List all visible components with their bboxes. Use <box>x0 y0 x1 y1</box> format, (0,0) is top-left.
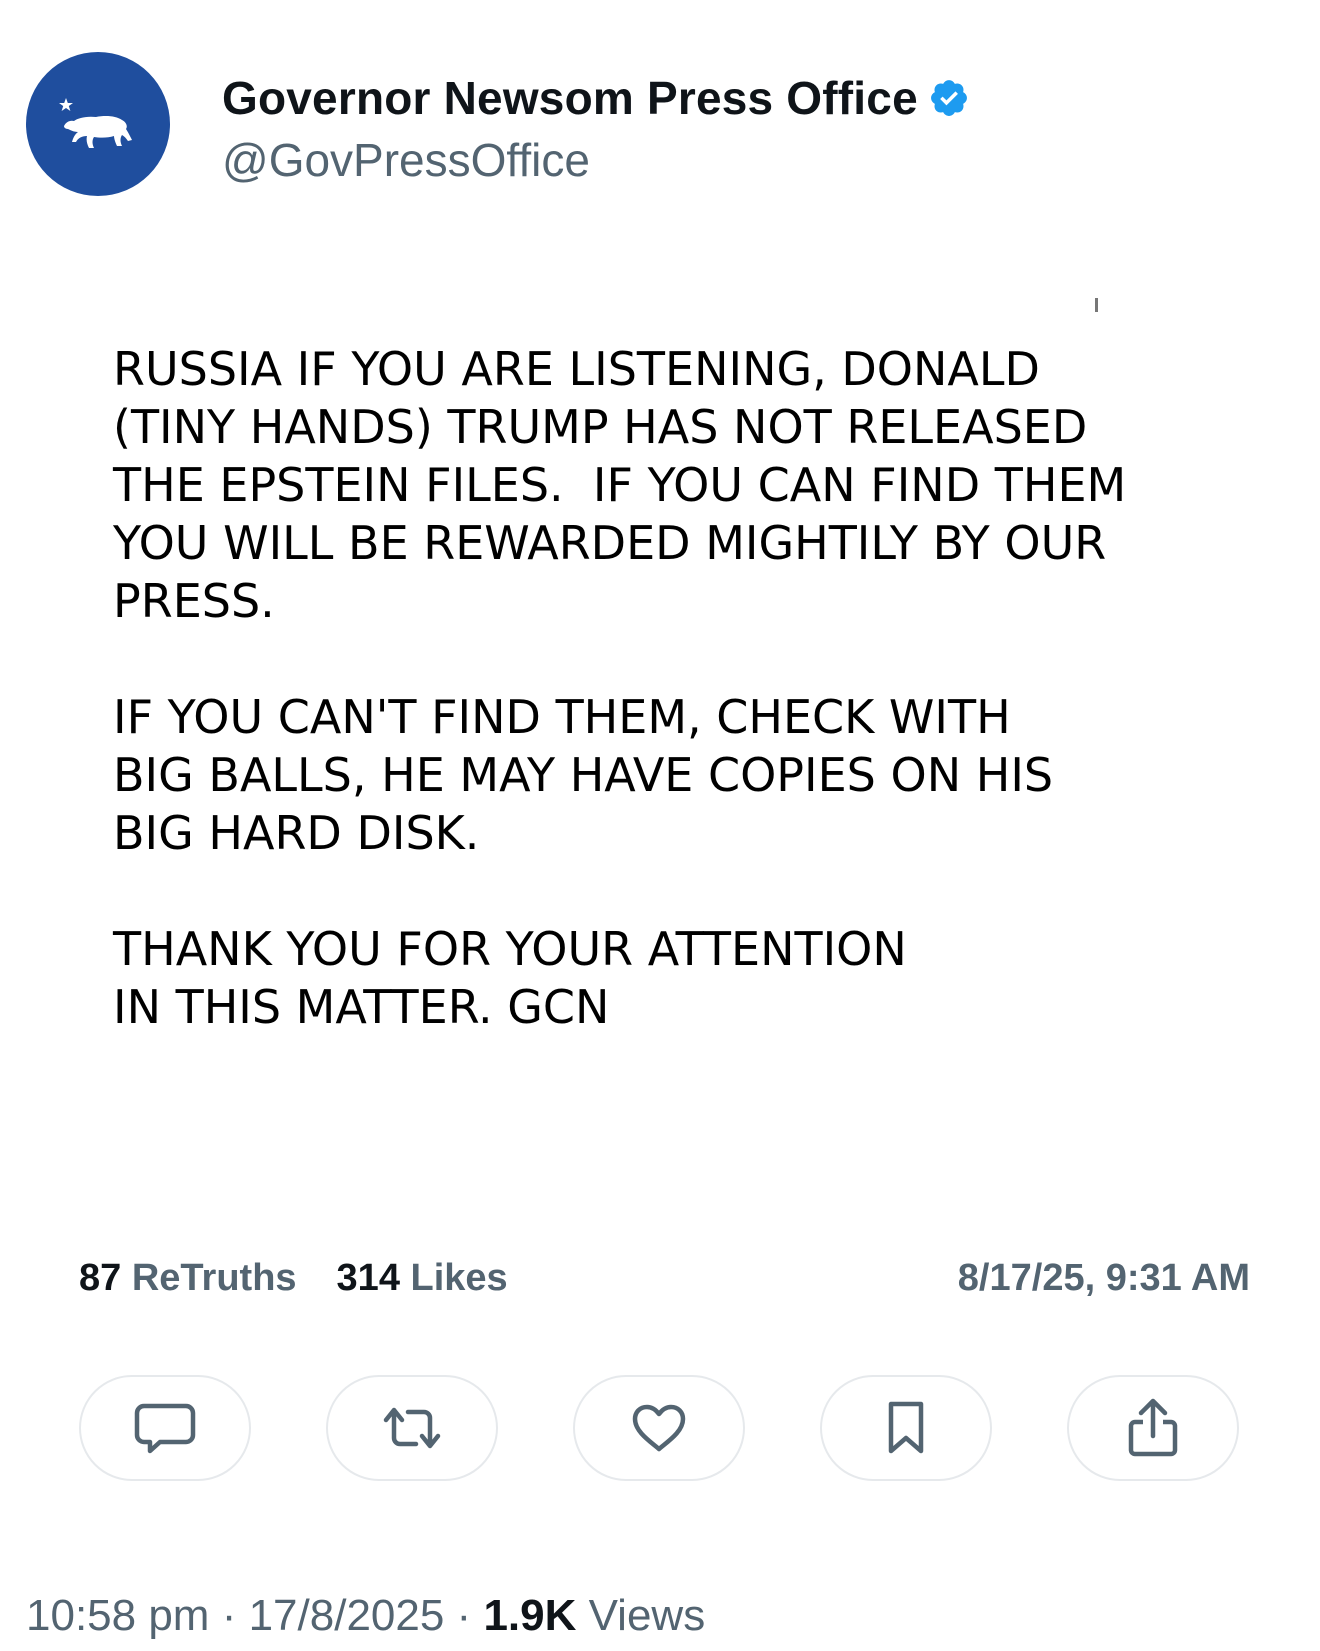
retruths-label: ReTruths <box>131 1257 297 1299</box>
display-name[interactable]: Governor Newsom Press Office <box>222 70 918 126</box>
retruths-count: 87 <box>79 1257 122 1299</box>
views-count: 1.9K <box>483 1591 577 1640</box>
post-stats: 87 ReTruths 314 Likes 8/17/25, 9:31 AM <box>79 1255 1250 1301</box>
meta-separator: · <box>209 1591 249 1640</box>
retruth-button[interactable] <box>326 1375 498 1481</box>
display-name-row: Governor Newsom Press Office <box>222 70 970 126</box>
heart-icon <box>632 1404 686 1452</box>
share-button[interactable] <box>1067 1375 1239 1481</box>
post-text: RUSSIA IF YOU ARE LISTENING, DONALD (TIN… <box>113 342 1127 1034</box>
account-names: Governor Newsom Press Office @GovPressOf… <box>222 70 970 188</box>
post-header: Governor Newsom Press Office @GovPressOf… <box>26 52 970 196</box>
views-label: Views <box>588 1591 706 1640</box>
post-date[interactable]: 17/8/2025 <box>249 1591 445 1640</box>
likes-stat[interactable]: 314 Likes <box>337 1255 508 1301</box>
post-time[interactable]: 10:58 pm <box>26 1591 209 1640</box>
meta-separator: · <box>444 1591 484 1640</box>
avatar[interactable] <box>26 52 170 196</box>
bookmark-icon <box>888 1401 924 1454</box>
repost-icon <box>383 1407 441 1449</box>
stray-mark <box>1095 298 1098 312</box>
like-button[interactable] <box>573 1375 745 1481</box>
bookmark-button[interactable] <box>820 1375 992 1481</box>
likes-count: 314 <box>336 1257 400 1299</box>
post-timestamp: 8/17/25, 9:31 AM <box>957 1257 1250 1299</box>
retruths-stat[interactable]: 87 ReTruths <box>79 1255 297 1301</box>
post-meta: 10:58 pm · 17/8/2025 · 1.9K Views <box>26 1590 705 1642</box>
reply-button[interactable] <box>79 1375 251 1481</box>
action-bar <box>79 1375 1239 1481</box>
share-icon <box>1128 1398 1178 1457</box>
verified-badge-icon <box>930 80 967 116</box>
account-handle[interactable]: @GovPressOffice <box>222 132 970 188</box>
likes-label: Likes <box>410 1257 508 1299</box>
comment-icon <box>134 1403 196 1454</box>
california-bear-star-icon <box>59 98 132 148</box>
